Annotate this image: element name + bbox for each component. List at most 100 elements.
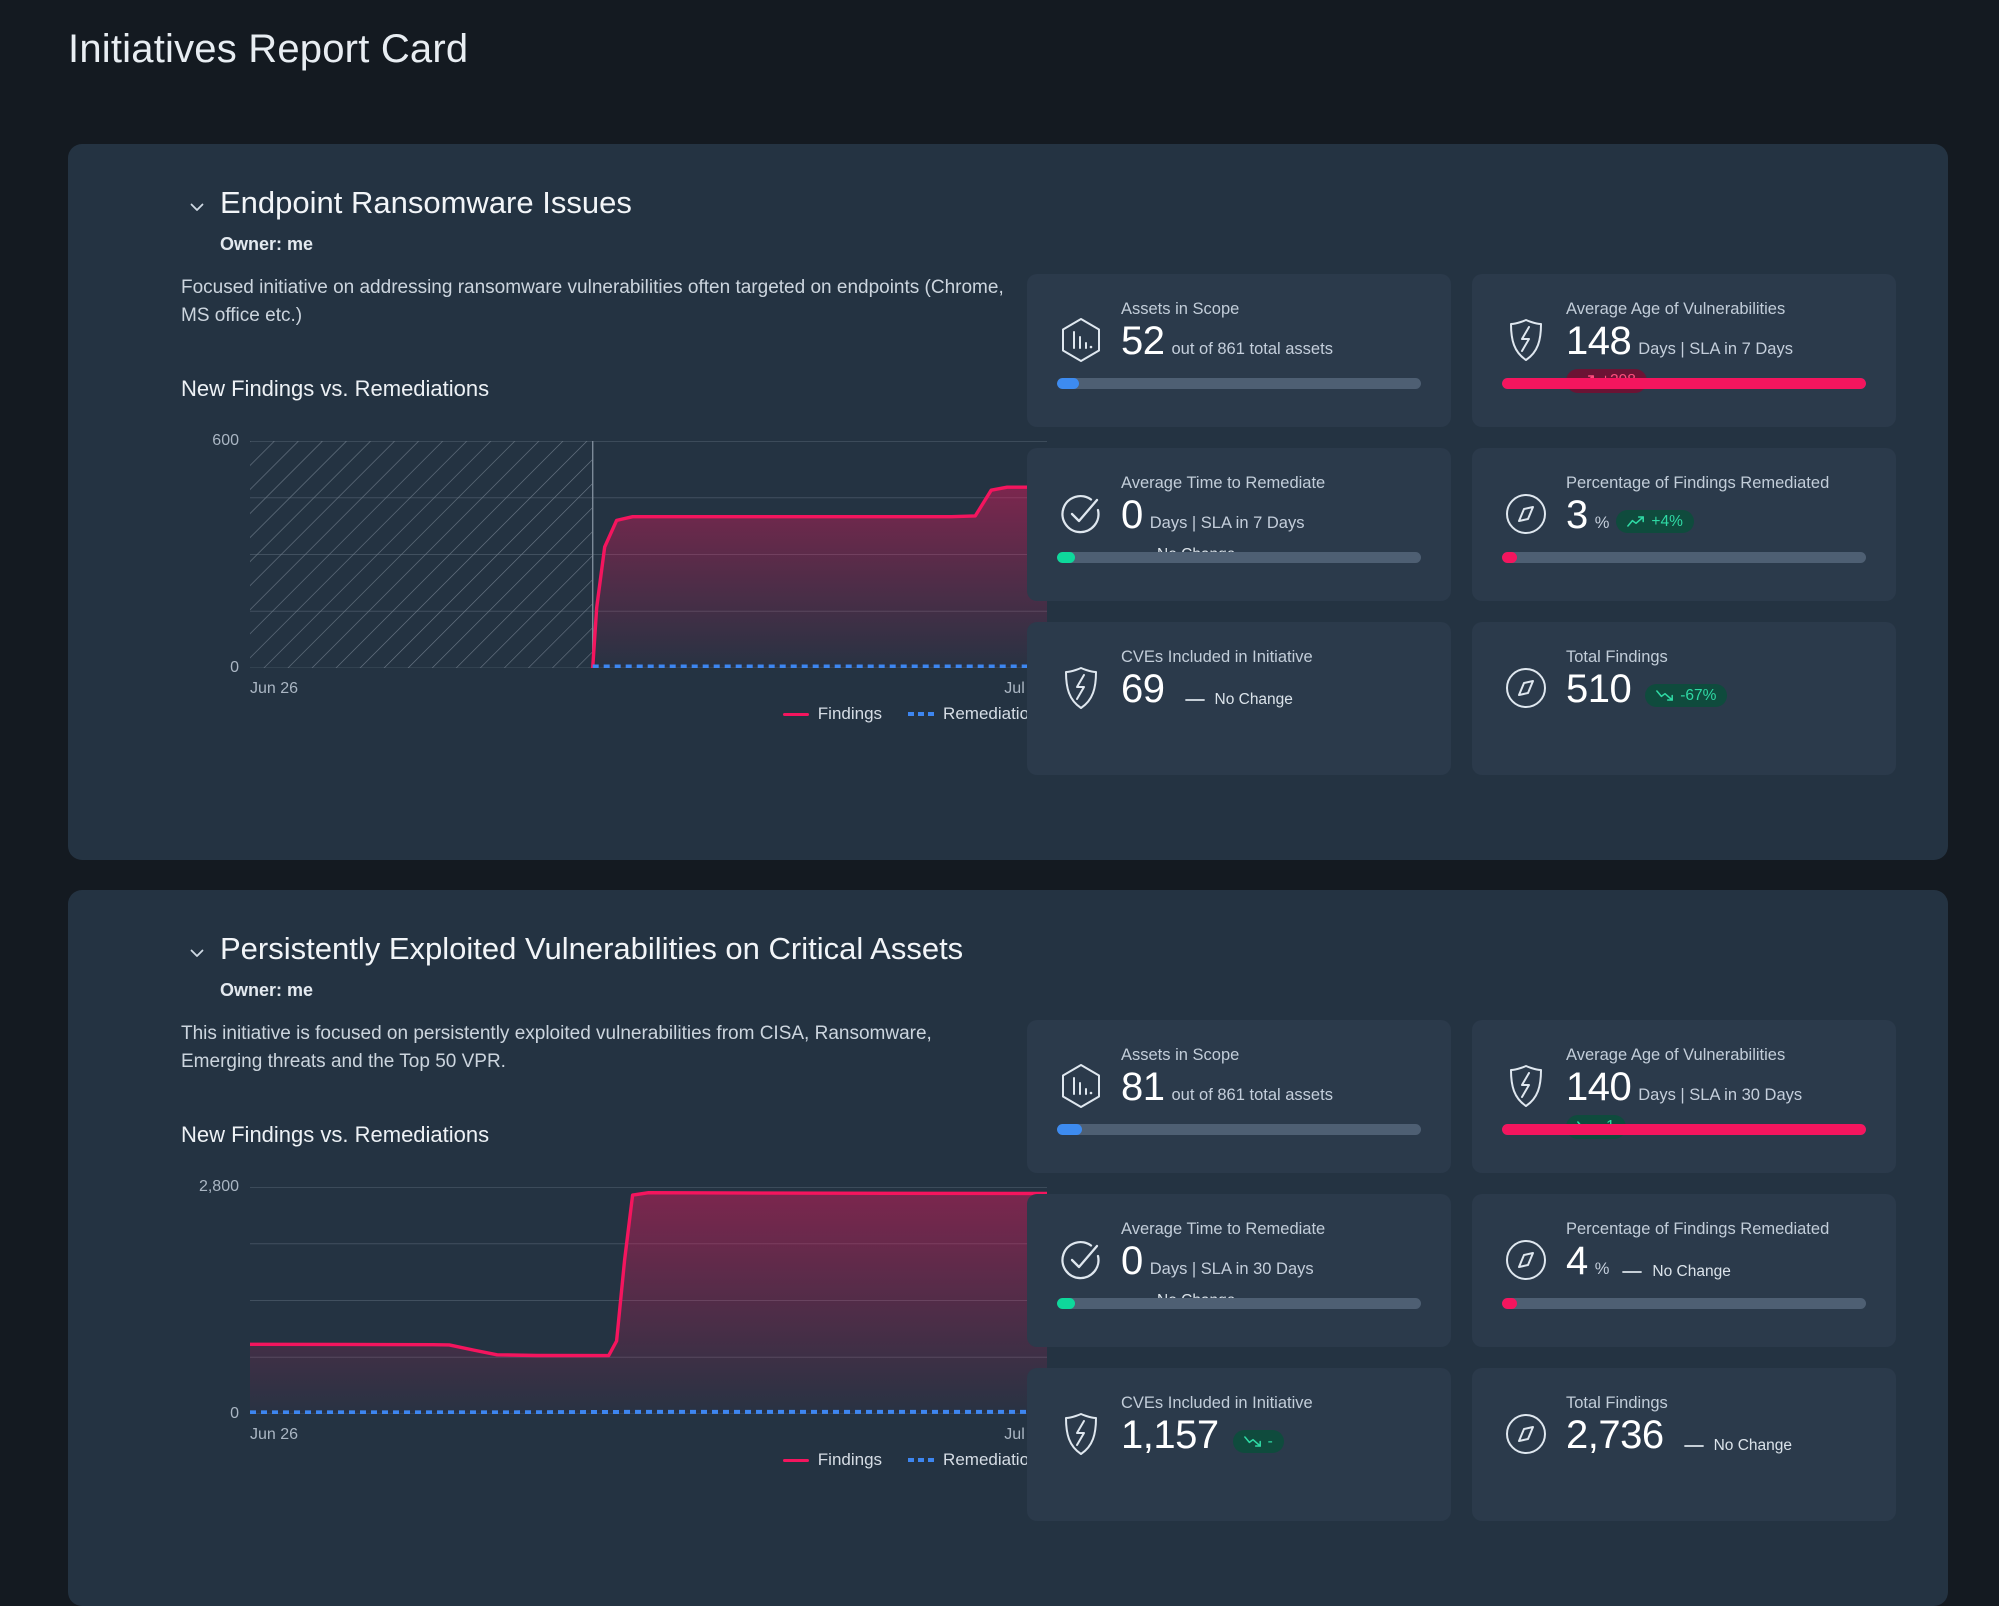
metric-progress-bar (1502, 1298, 1866, 1309)
metric-value: 0 (1121, 493, 1143, 537)
metric-delta-badge: -67% (1645, 683, 1728, 708)
findings-remediations-chart (248, 1186, 1049, 1415)
findings-remediations-chart (250, 440, 1049, 670)
metric-unit: out of 861 total assets (1171, 340, 1333, 358)
metric-delta-value: +4% (1651, 512, 1683, 530)
section-description: Focused initiative on addressing ransomw… (181, 277, 1004, 326)
metric-label: Average Time to Remediate (1121, 1220, 1326, 1238)
metric-card[interactable]: Percentage of Findings Remediated 4 % No… (1472, 1194, 1896, 1347)
metric-label: CVEs Included in Initiative (1121, 648, 1313, 666)
metric-card[interactable]: CVEs Included in Initiative 1,157 - (1027, 1368, 1451, 1521)
metric-label: Total Findings (1566, 1394, 1668, 1412)
section-description: This initiative is focused on persistent… (181, 1023, 932, 1072)
metric-card[interactable]: CVEs Included in Initiative 69 No Change (1027, 622, 1451, 775)
metric-progress-bar (1502, 378, 1866, 389)
chart-container: 2,800 0 Jun 26 Jul 25 Findings Remediati… (199, 1178, 1049, 1469)
metric-card[interactable]: Assets in Scope 52 out of 861 total asse… (1027, 274, 1451, 427)
trend-up-icon (1627, 515, 1645, 528)
chart-title: New Findings vs. Remediations (181, 376, 490, 401)
initiative-section: Endpoint Ransomware Issues Owner: me Foc… (68, 144, 1948, 860)
metric-value: 0 (1121, 1239, 1143, 1283)
legend-label-findings: Findings (817, 704, 883, 723)
metric-delta-badge: +4% (1616, 509, 1694, 534)
section-owner: Owner: me (220, 979, 314, 1000)
compass-icon (1502, 1410, 1552, 1460)
metric-delta-badge: - (1232, 1429, 1284, 1454)
chevron-down-icon (188, 944, 206, 962)
metric-card[interactable]: Assets in Scope 81 out of 861 total asse… (1027, 1020, 1451, 1173)
trend-down-icon (1243, 1435, 1262, 1448)
metric-progress-bar (1502, 552, 1866, 563)
metric-delta-value: - (1267, 1432, 1273, 1450)
compass-icon (1502, 664, 1552, 714)
metric-card[interactable]: Average Time to Remediate 0 Days | SLA i… (1027, 1194, 1451, 1347)
metric-progress-bar (1057, 1124, 1421, 1135)
metric-value: 2,736 (1566, 1413, 1664, 1457)
compass-icon (1502, 490, 1552, 540)
findings-swatch (782, 712, 809, 716)
metric-value: 3 (1566, 493, 1588, 537)
findings-swatch (782, 1458, 809, 1462)
metric-delta-value: -67% (1680, 686, 1717, 704)
page-title: Initiatives Report Card (68, 27, 469, 71)
metric-card[interactable]: Average Time to Remediate 0 Days | SLA i… (1027, 448, 1451, 601)
metric-label: Percentage of Findings Remediated (1566, 474, 1830, 492)
section-header[interactable]: Persistently Exploited Vulnerabilities o… (188, 930, 963, 1001)
chevron-down-icon (188, 198, 206, 216)
metric-unit: Days | SLA in 30 Days (1638, 1086, 1803, 1104)
metric-card[interactable]: Total Findings 510 -67% (1472, 622, 1896, 775)
metrics-grid: Assets in Scope 52 out of 861 total asse… (1027, 274, 1896, 775)
hexagon-bars-icon (1057, 1062, 1107, 1112)
metric-value: 1,157 (1121, 1413, 1219, 1457)
shield-bolt-icon (1502, 1062, 1552, 1112)
legend-item-findings: Findings (782, 1450, 883, 1470)
metric-value: 148 (1566, 319, 1632, 363)
chart-legend: Findings Remediations (782, 1450, 1047, 1470)
metric-unit: Days | SLA in 30 Days (1149, 1260, 1314, 1278)
remediations-swatch (908, 712, 935, 716)
metric-delta-badge: No Change (1179, 688, 1293, 712)
section-header[interactable]: Endpoint Ransomware Issues Owner: me (188, 184, 632, 255)
x-axis-start-label: Jun 26 (250, 680, 299, 697)
y-axis-max-label: 2,800 (198, 1178, 239, 1195)
section-title: Endpoint Ransomware Issues (220, 185, 632, 220)
metric-value: 510 (1566, 667, 1632, 711)
metric-unit: % (1594, 1260, 1610, 1278)
legend-label-findings: Findings (817, 1450, 883, 1469)
metric-delta-badge: No Change (1616, 1260, 1731, 1284)
metric-progress-bar (1057, 378, 1421, 389)
metric-card[interactable]: Percentage of Findings Remediated 3 % +4… (1472, 448, 1896, 601)
metric-delta-value: No Change (1214, 691, 1293, 709)
chart-container: 600 0 Jun 26 Jul 25 Findings Remediation… (212, 432, 1049, 723)
no-change-icon (1184, 698, 1205, 702)
metric-card[interactable]: Total Findings 2,736 No Change (1472, 1368, 1896, 1521)
metric-value: 81 (1121, 1065, 1165, 1109)
metric-unit: Days | SLA in 7 Days (1149, 514, 1305, 532)
findings-area (592, 487, 1047, 668)
metric-progress-bar (1502, 1124, 1866, 1135)
y-axis-min-label: 0 (230, 1405, 239, 1422)
metric-value: 69 (1121, 667, 1165, 711)
metric-value: 52 (1121, 319, 1165, 363)
metric-label: Assets in Scope (1121, 300, 1240, 318)
metric-label: Average Age of Vulnerabilities (1566, 1046, 1786, 1064)
remediations-swatch (908, 1458, 935, 1462)
metric-unit: Days | SLA in 7 Days (1638, 340, 1793, 358)
section-owner: Owner: me (220, 233, 314, 254)
metric-unit: out of 861 total assets (1171, 1086, 1333, 1104)
initiative-section: Persistently Exploited Vulnerabilities o… (68, 890, 1948, 1606)
shield-bolt-icon (1057, 664, 1107, 714)
no-change-icon (1622, 1270, 1643, 1274)
metrics-grid: Assets in Scope 81 out of 861 total asse… (1027, 1020, 1896, 1521)
shield-bolt-icon (1502, 316, 1552, 366)
x-axis-start-label: Jun 26 (250, 1426, 299, 1443)
metric-value: 4 (1566, 1239, 1588, 1283)
no-change-icon (1683, 1444, 1704, 1448)
metric-progress-bar (1057, 1298, 1421, 1309)
metric-unit: % (1594, 514, 1610, 532)
metric-label: Percentage of Findings Remediated (1566, 1220, 1830, 1238)
metric-card[interactable]: Average Age of Vulnerabilities 140 Days … (1472, 1020, 1896, 1173)
metric-card[interactable]: Average Age of Vulnerabilities 148 Days … (1472, 274, 1896, 427)
metric-value: 140 (1566, 1065, 1632, 1109)
check-circle-icon (1057, 1236, 1107, 1286)
